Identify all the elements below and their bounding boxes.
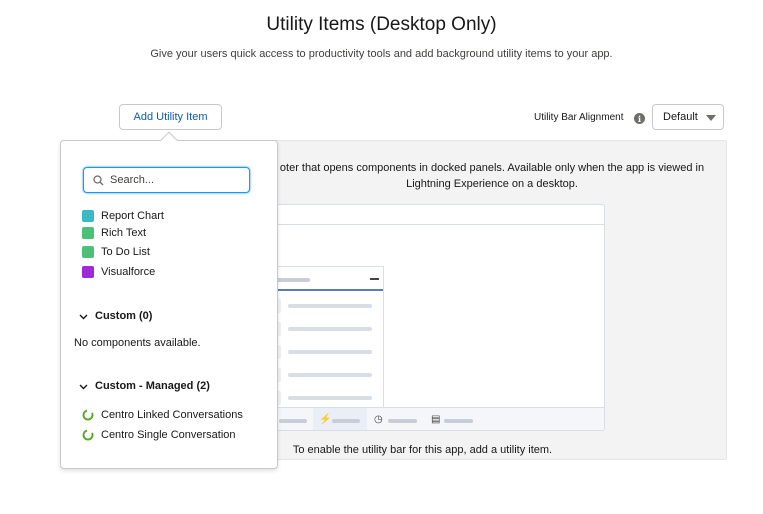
todo-list-icon (82, 246, 94, 258)
list-item-label: Centro Single Conversation (101, 429, 236, 441)
component-search-box[interactable] (83, 167, 250, 193)
utility-bar-item (388, 419, 417, 423)
section-title: Custom - Managed (2) (95, 380, 210, 392)
description-line-2: Lightning Experience on a desktop. (406, 178, 578, 190)
chevron-down-icon (706, 115, 716, 121)
docked-row (288, 396, 372, 400)
utility-bar-illustration-footer: ⚡ ◷ ▤ (251, 407, 604, 430)
popover-list-scroll-clip: Report Chart (61, 205, 277, 224)
lightning-icon: ⚡ (319, 414, 332, 425)
add-utility-item-button[interactable]: Add Utility Item (119, 104, 222, 130)
empty-state-hint: To enable the utility bar for this app, … (292, 444, 553, 456)
list-item-report-chart[interactable]: Report Chart (82, 209, 164, 223)
report-chart-icon (82, 210, 94, 222)
chevron-down-icon (79, 384, 88, 389)
centro-icon (82, 409, 94, 421)
centro-icon (82, 429, 94, 441)
empty-section-text: No components available. (74, 337, 201, 349)
description-line-1: oter that opens components in docked pan… (279, 162, 705, 174)
docked-row (288, 373, 372, 377)
minimize-icon (370, 278, 379, 280)
docked-row (288, 350, 372, 354)
list-item-label: Rich Text (101, 227, 147, 239)
page-subtitle: Give your users quick access to producti… (150, 48, 613, 60)
visualforce-icon (82, 266, 94, 278)
utility-bar-alignment-label: Utility Bar Alignment (534, 112, 624, 123)
list-item-visualforce[interactable]: Visualforce (82, 265, 155, 279)
docked-row (288, 304, 372, 308)
search-input[interactable] (110, 174, 238, 186)
list-item-centro-linked-conversations[interactable]: Centro Linked Conversations (82, 408, 243, 422)
section-title: Custom (0) (95, 310, 153, 322)
list-item-label: Visualforce (101, 266, 156, 278)
search-icon (93, 174, 104, 185)
chevron-down-icon (79, 314, 88, 319)
utility-bar-item (279, 419, 307, 423)
list-item-label: Centro Linked Conversations (101, 409, 243, 421)
utility-bar-illustration: ⚡ ◷ ▤ (250, 204, 605, 431)
clock-icon: ◷ (374, 414, 383, 425)
rich-text-icon (82, 227, 94, 239)
alignment-select[interactable]: Default (652, 104, 724, 130)
utility-bar-item (332, 419, 360, 423)
list-item-to-do-list[interactable]: To Do List (82, 245, 150, 259)
docked-row (288, 327, 372, 331)
section-toggle-custom[interactable]: Custom (0) (78, 310, 152, 322)
list-item-centro-single-conversation[interactable]: Centro Single Conversation (82, 428, 236, 442)
alignment-select-value: Default (663, 111, 698, 123)
illustration-header (251, 205, 604, 225)
page-title: Utility Items (Desktop Only) (266, 14, 497, 35)
section-toggle-custom-managed[interactable]: Custom - Managed (2) (78, 380, 210, 392)
utility-bar-item (444, 419, 473, 423)
list-item-label: To Do List (101, 246, 150, 258)
note-icon: ▤ (431, 414, 441, 425)
info-icon[interactable]: i (634, 113, 645, 124)
list-item-rich-text[interactable]: Rich Text (82, 226, 146, 240)
list-item-label: Report Chart (101, 210, 164, 222)
